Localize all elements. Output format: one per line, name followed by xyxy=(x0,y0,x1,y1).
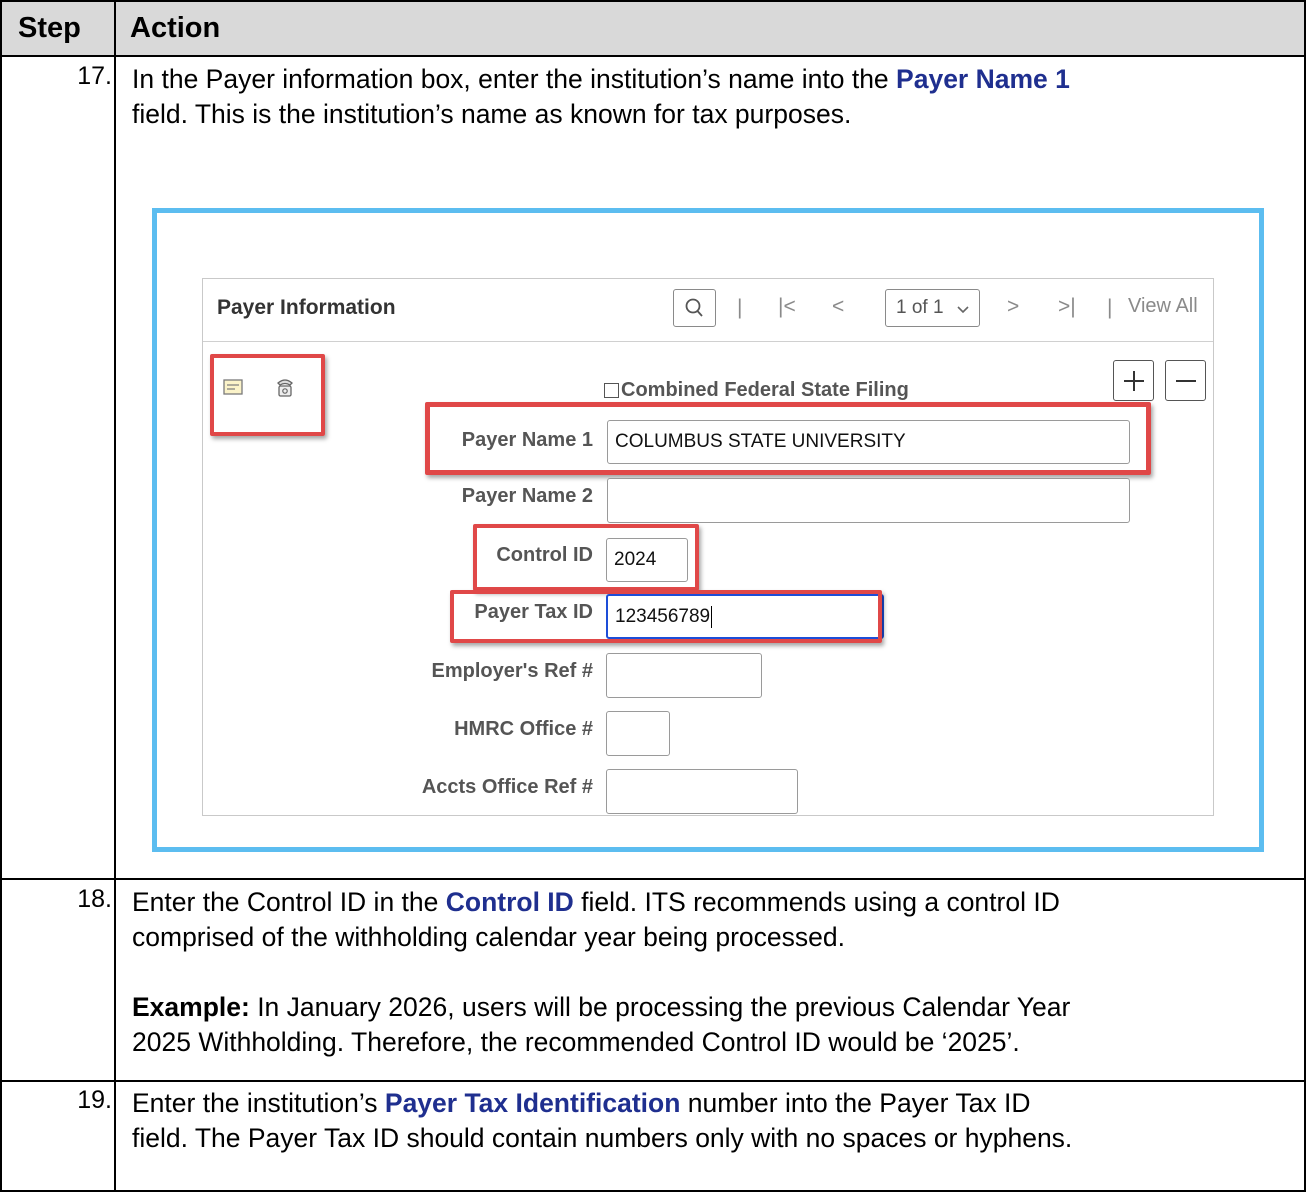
next-page-icon[interactable]: > xyxy=(1007,295,1019,319)
step-number-19: 19. xyxy=(77,1086,112,1114)
hmrc-office-label: HMRC Office # xyxy=(454,718,593,740)
payer-information-screenshot: Payer Information | |< < 1 of 1 > >| | V… xyxy=(152,208,1264,852)
step-17-line2: field. This is the institution’s name as… xyxy=(132,99,852,129)
example-text-b: 2025 Withholding. Therefore, the recomme… xyxy=(132,1027,1020,1057)
chevron-down-icon xyxy=(957,306,969,314)
step-19-line1b: number into the Payer Tax ID xyxy=(680,1088,1031,1118)
accts-office-ref-label: Accts Office Ref # xyxy=(421,776,593,798)
hmrc-office-input[interactable] xyxy=(606,711,670,756)
example-label: Example: xyxy=(132,992,250,1022)
accts-office-ref-input[interactable] xyxy=(606,769,798,814)
search-button[interactable] xyxy=(673,289,716,327)
nav-separator-2: | xyxy=(1107,296,1113,319)
step-18-highlight: Control ID xyxy=(445,887,574,917)
delete-row-button[interactable] xyxy=(1165,360,1206,401)
payer-tax-id-highlight xyxy=(450,590,882,643)
last-page-icon[interactable]: >| xyxy=(1058,295,1076,319)
step-19-line1a: Enter the institution’s xyxy=(132,1088,385,1118)
page-select-value: 1 of 1 xyxy=(896,297,944,318)
panel-header-divider xyxy=(203,341,1213,342)
employers-ref-label: Employer's Ref # xyxy=(431,660,593,682)
step-17-line1: In the Payer information box, enter the … xyxy=(132,64,897,94)
search-icon xyxy=(685,298,703,317)
employers-ref-input[interactable] xyxy=(606,653,762,698)
step-number-18: 18. xyxy=(77,885,112,913)
payer-information-panel: Payer Information | |< < 1 of 1 > >| | V… xyxy=(202,278,1214,816)
first-page-icon[interactable]: |< xyxy=(778,295,796,319)
step-18-line1b: field. ITS recommends using a control ID xyxy=(573,887,1060,917)
previous-page-icon[interactable]: < xyxy=(832,295,844,319)
payer-name-2-input[interactable] xyxy=(607,478,1130,523)
step-19-highlight: Payer Tax Identification xyxy=(384,1088,681,1118)
nav-bar: | |< < 1 of 1 > >| | View All xyxy=(203,289,1215,329)
page-select[interactable]: 1 of 1 xyxy=(885,289,980,327)
view-all-link[interactable]: View All xyxy=(1128,295,1198,318)
header-action: Action xyxy=(116,0,1306,56)
nav-separator: | xyxy=(737,296,743,319)
control-id-highlight xyxy=(473,524,699,591)
header-step: Step xyxy=(0,0,116,56)
icons-highlight xyxy=(210,354,325,436)
step-19-line2: field. The Payer Tax ID should contain n… xyxy=(132,1123,1073,1153)
combined-filing-checkbox[interactable] xyxy=(604,383,619,398)
step-17-highlight: Payer Name 1 xyxy=(896,64,1070,94)
example-text-a: In January 2026, users will be processin… xyxy=(249,992,1071,1022)
step-17-text: In the Payer information box, enter the … xyxy=(132,62,1297,132)
step-18-line2: comprised of the withholding calendar ye… xyxy=(132,922,845,952)
step-18-line1a: Enter the Control ID in the xyxy=(132,887,446,917)
payer-name-2-label: Payer Name 2 xyxy=(461,485,593,507)
step-19-text: Enter the institution’s Payer Tax Identi… xyxy=(132,1086,1297,1156)
step-number-17: 17. xyxy=(77,62,112,90)
combined-filing-label: Combined Federal State Filing xyxy=(621,379,909,401)
step-18-text: Enter the Control ID in the Control ID f… xyxy=(132,885,1297,1060)
payer-name-1-highlight xyxy=(425,402,1151,475)
add-row-button[interactable] xyxy=(1113,360,1154,401)
